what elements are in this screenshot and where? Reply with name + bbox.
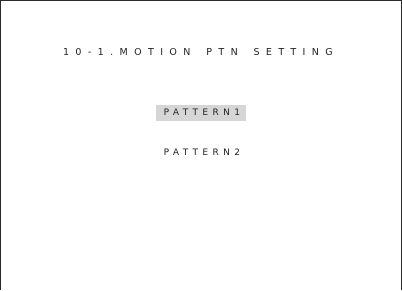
menu-item-label: PATTERN2 (163, 148, 245, 158)
menu-item-pattern1[interactable]: PATTERN1 (1, 105, 401, 121)
menu-item-pattern2[interactable]: PATTERN2 (1, 145, 401, 161)
motion-pattern-settings-screen: 10-1.MOTION PTN SETTING PATTERN1 PATTERN… (0, 0, 402, 290)
screen-title: 10-1.MOTION PTN SETTING (62, 47, 340, 58)
menu-item-label: PATTERN1 (155, 105, 247, 121)
